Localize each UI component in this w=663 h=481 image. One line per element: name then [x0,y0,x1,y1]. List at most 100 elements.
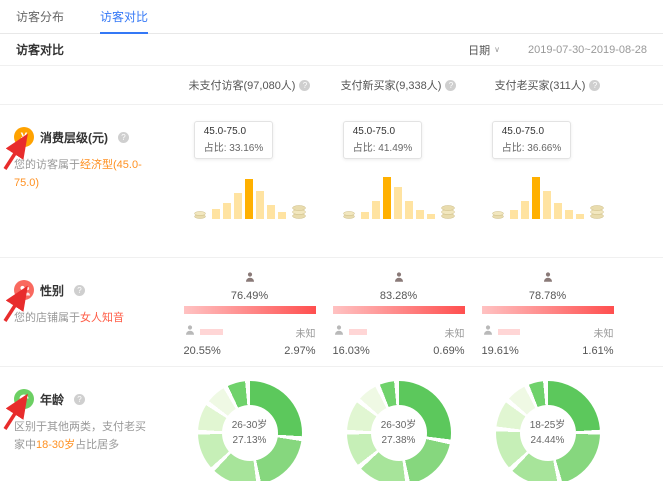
age-cell-old-buyers: 18-25岁 24.44% [473,367,622,481]
gender-description: 您的店铺属于女人知音 [14,310,152,328]
male-percent: 16.03% [333,345,370,357]
tooltip-share: 占比: 36.66% [502,139,561,154]
date-dropdown[interactable]: 日期 ∨ [468,42,500,58]
gender-left-cell: 性别 ? 您的店铺属于女人知音 [0,258,175,366]
range-tooltip: 45.0-75.0 占比: 36.66% [492,121,571,159]
male-bar [498,329,520,335]
column-header-unpaid-visitors: 未支付访客(97,080人) ? [175,77,324,93]
unknown-percent: 1.61% [582,345,613,357]
donut-label: 26-30岁 27.38% [347,381,451,481]
date-control: 日期 ∨ 2019-07-30~2019-08-28 [468,42,647,58]
column-header-label: 未支付访客(97,080人) [189,77,296,93]
age-desc-suffix: 占比居多 [75,439,119,451]
yuan-icon: ¥ [14,127,34,147]
donut-label: 26-30岁 27.13% [198,381,302,481]
consumption-histogram [342,171,456,219]
unknown-label: 未知 [594,325,614,340]
female-bar [184,306,316,314]
unknown-label: 未知 [445,325,465,340]
tabbar: 访客分布 访客对比 [0,0,663,34]
consumption-left-cell: ¥ 消费层级(元) ? 您的访客属于经济型(45.0-75.0) [0,105,175,257]
female-bar [333,306,465,314]
female-icon [244,270,256,288]
tab-visitor-distribution[interactable]: 访客分布 [16,0,64,33]
age-description: 区别于其他两类，支付老买家中18-30岁占比居多 [14,419,152,454]
histogram-bars [212,175,286,219]
coins-large-icon [291,201,307,219]
umbrella-icon [14,389,34,409]
visitor-comparison-panel: 访客对比 日期 ∨ 2019-07-30~2019-08-28 未支付访客(97… [0,34,663,481]
help-icon[interactable]: ? [74,394,85,405]
help-icon[interactable]: ? [74,285,85,296]
male-icon [482,323,494,341]
male-percent: 19.61% [482,345,519,357]
age-top-percent: 24.44% [531,433,565,448]
people-icon [14,280,34,300]
tooltip-range: 45.0-75.0 [502,126,561,137]
age-top-group: 26-30岁 [232,418,268,433]
help-icon[interactable]: ? [589,80,600,91]
age-cell-new-buyers: 26-30岁 27.38% [324,367,473,481]
section-age: 年龄 ? 区别于其他两类，支付老买家中18-30岁占比居多 26-30岁 27.… [0,366,663,481]
consumption-histogram [491,171,605,219]
gender-desc-highlight: 女人知音 [80,312,124,324]
age-left-cell: 年龄 ? 区别于其他两类，支付老买家中18-30岁占比居多 [0,367,175,481]
female-percent: 78.78% [529,290,566,302]
age-top-group: 18-25岁 [530,418,566,433]
age-donut-chart: 18-25岁 24.44% [496,381,600,481]
male-percent: 20.55% [184,345,221,357]
age-top-group: 26-30岁 [381,418,417,433]
female-percent: 83.28% [380,290,417,302]
column-header-label: 支付新买家(9,338人) [341,77,442,93]
histogram-bars [510,175,584,219]
consumption-cell-unpaid: 45.0-75.0 占比: 33.16% [175,105,324,257]
female-bar [482,306,614,314]
help-icon[interactable]: ? [445,80,456,91]
unknown-label: 未知 [296,325,316,340]
consumption-desc-text: 您的访客属于 [14,159,80,171]
section-consumption-level: ¥ 消费层级(元) ? 您的访客属于经济型(45.0-75.0) 45.0-75… [0,104,663,257]
gender-cell-old-buyers: 78.78% 未知 19.61% 1.61% [473,258,622,366]
panel-header: 访客对比 日期 ∨ 2019-07-30~2019-08-28 [0,34,663,66]
section-title-consumption: 消费层级(元) [40,129,108,146]
tooltip-range: 45.0-75.0 [204,126,263,137]
consumption-histogram [193,171,307,219]
donut-label: 18-25岁 24.44% [496,381,600,481]
age-cell-unpaid: 26-30岁 27.13% [175,367,324,481]
tab-visitor-comparison[interactable]: 访客对比 [100,0,148,33]
female-percent: 76.49% [231,290,268,302]
section-title-gender: 性别 [40,282,64,299]
consumption-cell-old-buyers: 45.0-75.0 占比: 36.66% [473,105,622,257]
help-icon[interactable]: ? [299,80,310,91]
date-range: 2019-07-30~2019-08-28 [528,44,647,56]
range-tooltip: 45.0-75.0 占比: 41.49% [343,121,422,159]
gender-desc-text: 您的店铺属于 [14,312,80,324]
coins-small-icon [491,207,505,219]
date-label: 日期 [468,42,490,58]
tooltip-share: 占比: 33.16% [204,139,263,154]
male-bar [200,329,223,335]
tooltip-share: 占比: 41.49% [353,139,412,154]
male-icon [184,323,196,341]
unknown-percent: 2.97% [284,345,315,357]
column-header-label: 支付老买家(311人) [495,77,586,93]
male-bar [349,329,367,335]
help-icon[interactable]: ? [118,132,129,143]
age-donut-chart: 26-30岁 27.38% [347,381,451,481]
column-header-old-buyers: 支付老买家(311人) ? [473,77,622,93]
coins-large-icon [440,201,456,219]
section-gender: 性别 ? 您的店铺属于女人知音 76.49% 未知 20.55% [0,257,663,366]
gender-cell-new-buyers: 83.28% 未知 16.03% 0.69% [324,258,473,366]
age-desc-highlight: 18-30岁 [36,439,75,451]
chevron-down-icon: ∨ [494,45,500,54]
coins-small-icon [193,207,207,219]
panel-title: 访客对比 [16,41,64,58]
column-header-new-buyers: 支付新买家(9,338人) ? [324,77,473,93]
coins-large-icon [589,201,605,219]
age-top-percent: 27.13% [233,433,267,448]
age-top-percent: 27.38% [382,433,416,448]
range-tooltip: 45.0-75.0 占比: 33.16% [194,121,273,159]
gender-cell-unpaid: 76.49% 未知 20.55% 2.97% [175,258,324,366]
female-icon [393,270,405,288]
age-donut-chart: 26-30岁 27.13% [198,381,302,481]
